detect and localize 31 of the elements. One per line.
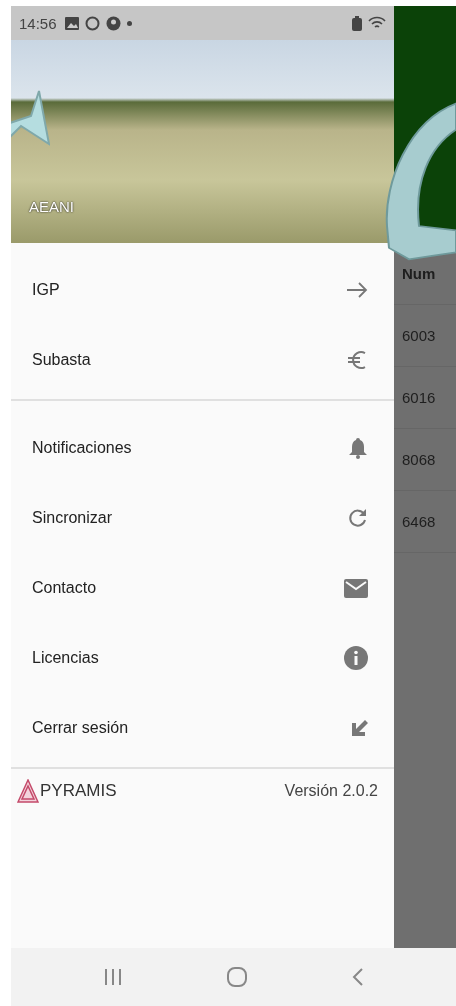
battery-icon: [352, 15, 362, 31]
annotation-arrow-drawing: [11, 90, 50, 148]
drawer-title: AEANI: [29, 198, 74, 215]
home-icon[interactable]: [226, 967, 247, 987]
status-time: 14:56: [19, 14, 57, 32]
menu-item[interactable]: IGP: [11, 255, 394, 325]
menu-item[interactable]: Sincronizar: [11, 483, 394, 553]
menu-item[interactable]: Notificaciones: [11, 413, 394, 483]
arrow-down-left-icon: [352, 720, 368, 736]
table-cell: 6003: [394, 305, 456, 367]
menu-item[interactable]: Licencias: [11, 623, 394, 693]
recent-apps-icon[interactable]: [103, 969, 122, 985]
table-cell: 6468: [394, 491, 456, 553]
dot-icon: [126, 20, 132, 26]
menu-item[interactable]: Subasta: [11, 325, 394, 395]
menu-item[interactable]: Contacto: [11, 553, 394, 623]
euro-icon: [346, 349, 368, 371]
table-cell: 6016: [394, 367, 456, 429]
info-icon: [344, 646, 368, 670]
mail-icon: [344, 578, 368, 598]
back-icon[interactable]: [351, 968, 364, 986]
logo-icon: [17, 779, 39, 803]
arrow-right-icon: [346, 282, 368, 298]
bell-icon: [348, 437, 368, 459]
table-cell: 8068: [394, 429, 456, 491]
menu-item[interactable]: Cerrar sesión: [11, 693, 394, 763]
refresh-icon: [348, 508, 368, 528]
logo-text: PYRAMIS: [40, 781, 117, 801]
image-icon: [64, 16, 79, 30]
version-text: Versión 2.0.2: [284, 782, 378, 800]
wifi-icon: [368, 16, 386, 30]
